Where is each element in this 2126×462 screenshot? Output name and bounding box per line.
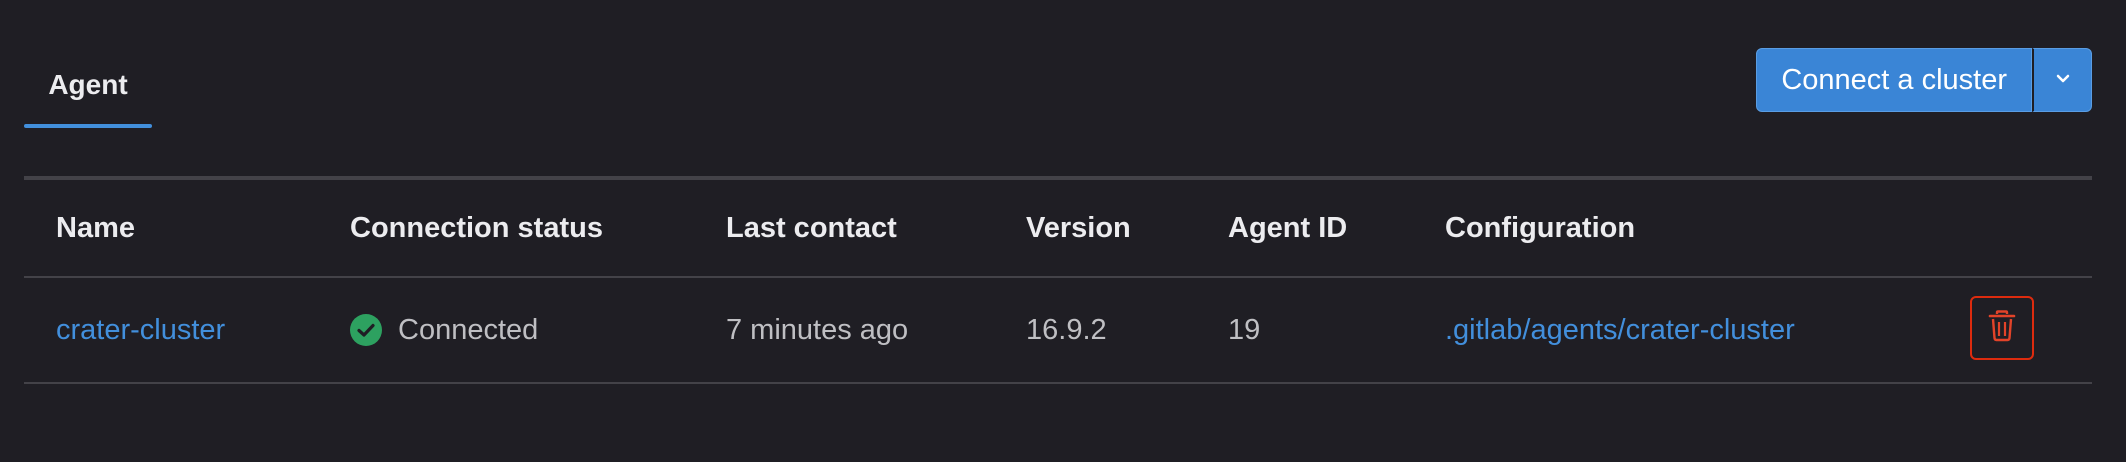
- connection-status-text: Connected: [398, 313, 539, 346]
- configuration-link[interactable]: .gitlab/agents/crater-cluster: [1445, 314, 1795, 347]
- column-header-last-contact: Last contact: [726, 211, 897, 244]
- column-header-agent-id: Agent ID: [1228, 211, 1348, 244]
- column-header-version: Version: [1026, 211, 1131, 244]
- chevron-down-icon: [2053, 68, 2073, 93]
- connect-cluster-button[interactable]: Connect a cluster: [1756, 48, 2032, 112]
- version-cell: 16.9.2: [1026, 313, 1107, 346]
- column-header-configuration: Configuration: [1445, 211, 1636, 244]
- table-row: crater-cluster Connected 7 minutes ago 1…: [24, 278, 2092, 384]
- table-header: Name Connection status Last contact Vers…: [24, 178, 2092, 278]
- delete-agent-button[interactable]: [1970, 296, 2034, 360]
- check-circle-icon: [350, 314, 382, 346]
- column-header-connection-status: Connection status: [350, 211, 603, 244]
- agent-id-cell: 19: [1228, 313, 1261, 346]
- tab-agent[interactable]: Agent: [24, 48, 152, 130]
- configuration-cell: .gitlab/agents/crater-cluster: [1445, 278, 1795, 382]
- agents-table: Name Connection status Last contact Vers…: [24, 178, 2092, 384]
- connect-cluster-dropdown-toggle[interactable]: [2032, 48, 2092, 112]
- tab-agent-label: Agent: [48, 69, 128, 100]
- column-header-name: Name: [56, 211, 135, 244]
- last-contact-cell: 7 minutes ago: [726, 313, 909, 346]
- agent-name-link[interactable]: crater-cluster: [56, 314, 225, 347]
- connect-cluster-button-group: Connect a cluster: [1756, 48, 2092, 112]
- active-tab-indicator: [24, 124, 152, 128]
- trash-icon: [1987, 309, 2017, 347]
- connection-status-cell: Connected: [350, 278, 538, 382]
- agents-panel: Agent Connect a cluster Name Connection …: [24, 0, 2092, 462]
- agent-name-cell: crater-cluster: [56, 278, 225, 382]
